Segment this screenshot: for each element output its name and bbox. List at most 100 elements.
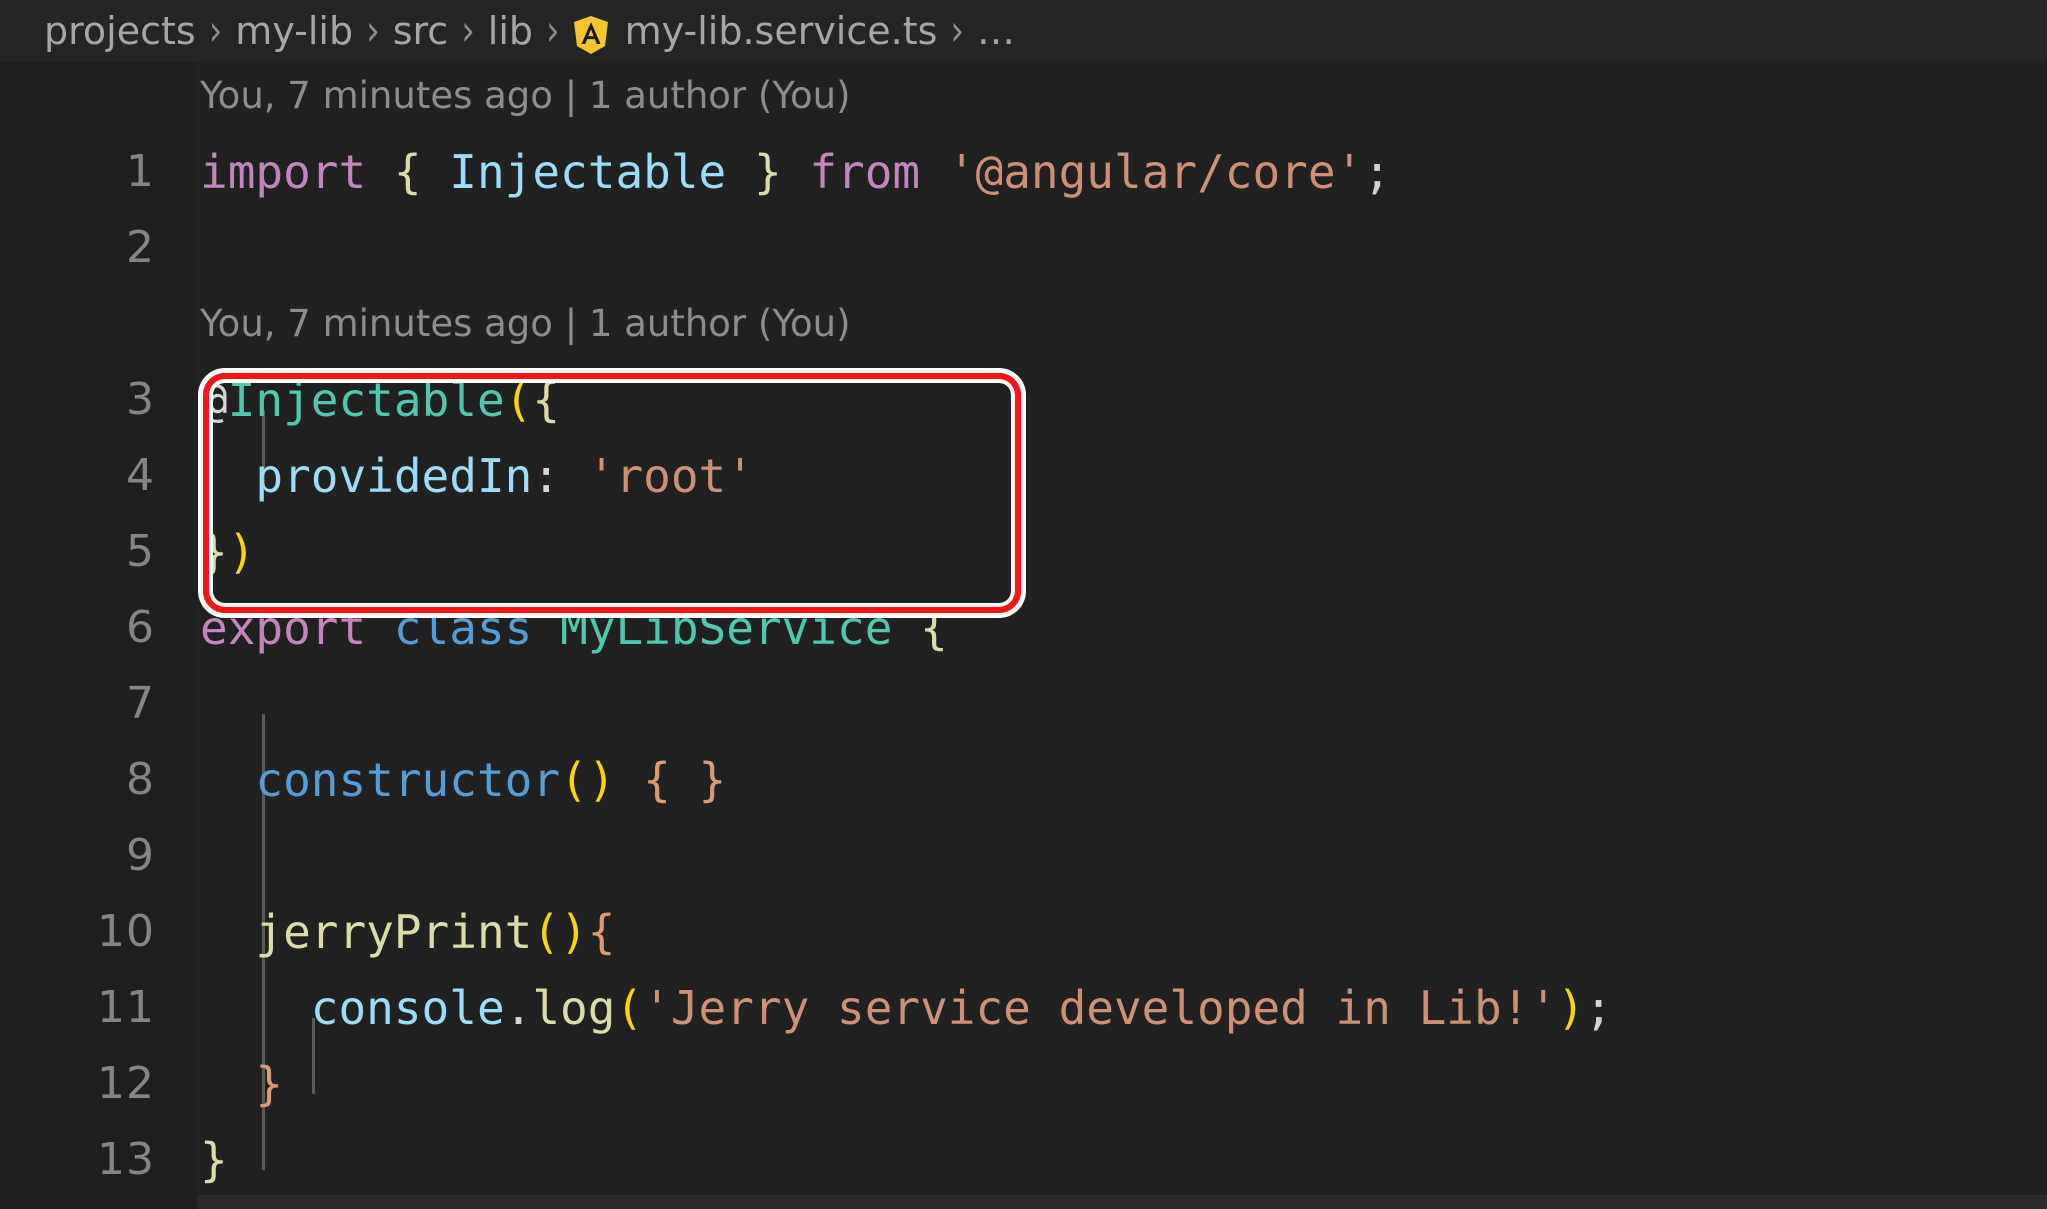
- token: }: [753, 145, 782, 199]
- line-number: 4: [126, 450, 155, 501]
- token: { }: [643, 753, 727, 807]
- token: from: [809, 145, 921, 199]
- token: class: [393, 601, 533, 655]
- editor-bottom-strip: [197, 1195, 2047, 1209]
- line-number: 7: [126, 678, 155, 729]
- breadcrumb-item-file[interactable]: my-lib.service.ts: [625, 9, 938, 53]
- breadcrumb-item-more[interactable]: …: [977, 9, 1015, 53]
- token: constructor: [255, 753, 561, 807]
- code-line[interactable]: 7: [0, 666, 2047, 742]
- line-number: 1: [126, 146, 155, 197]
- breadcrumb[interactable]: projects › my-lib › src › lib › my-lib.s…: [0, 0, 2047, 62]
- token: (: [615, 981, 644, 1035]
- code-line[interactable]: 12 }: [0, 1046, 2047, 1122]
- code-line-text[interactable]: jerryPrint(){: [200, 894, 615, 970]
- token: log: [532, 981, 616, 1035]
- line-number: 11: [97, 982, 155, 1033]
- token: (): [532, 905, 588, 959]
- breadcrumb-separator-icon: ›: [208, 6, 223, 56]
- code-line-text[interactable]: }: [200, 1122, 228, 1198]
- token: }: [255, 1057, 284, 1111]
- git-blame-annotation[interactable]: You, 7 minutes ago | 1 author (You): [200, 58, 851, 134]
- line-number: 2: [126, 222, 155, 273]
- token: ): [1557, 981, 1585, 1035]
- code-line[interactable]: 10 jerryPrint(){: [0, 894, 2047, 970]
- code-line[interactable]: 11 console.log('Jerry service developed …: [0, 970, 2047, 1046]
- token: {: [532, 373, 561, 427]
- code-line-text[interactable]: constructor() { }: [200, 742, 726, 818]
- token: ;: [1363, 145, 1391, 199]
- token: }: [200, 1133, 228, 1187]
- line-number: 10: [97, 906, 155, 957]
- token: {: [920, 601, 948, 655]
- token: 'root': [587, 449, 754, 503]
- code-line-text[interactable]: console.log('Jerry service developed in …: [200, 970, 1613, 1046]
- code-editor[interactable]: You, 7 minutes ago | 1 author (You) 1 im…: [0, 62, 2047, 1209]
- token: ;: [1584, 981, 1613, 1035]
- token: jerryPrint: [255, 905, 533, 959]
- token: export: [200, 601, 367, 655]
- code-line-text[interactable]: import { Injectable } from '@angular/cor…: [200, 134, 1391, 210]
- code-line[interactable]: 2: [0, 210, 2047, 286]
- code-line[interactable]: 1 import { Injectable } from '@angular/c…: [0, 134, 2047, 210]
- token: :: [532, 449, 561, 503]
- code-line[interactable]: 5 }): [0, 514, 2047, 590]
- token: {: [393, 145, 422, 199]
- breadcrumb-item-src[interactable]: src: [393, 9, 448, 53]
- token: MyLibService: [560, 601, 893, 655]
- token: .: [504, 981, 533, 1035]
- token: Injectable: [449, 145, 727, 199]
- line-number: 9: [126, 830, 155, 881]
- line-number: 8: [126, 754, 155, 805]
- token: }: [200, 525, 228, 579]
- breadcrumb-item-lib[interactable]: lib: [488, 9, 533, 53]
- angular-icon: [573, 15, 609, 55]
- line-number: 3: [126, 374, 155, 425]
- token: {: [587, 905, 616, 959]
- breadcrumb-item-projects[interactable]: projects: [44, 9, 196, 53]
- token: '@angular/core': [947, 145, 1364, 199]
- line-number: 6: [126, 602, 155, 653]
- code-line-text[interactable]: providedIn: 'root': [200, 438, 754, 514]
- code-line-text[interactable]: }: [200, 1046, 283, 1122]
- code-line[interactable]: 13 }: [0, 1122, 2047, 1198]
- breadcrumb-separator-icon: ›: [546, 6, 560, 56]
- token: import: [200, 145, 367, 199]
- token: 'Jerry service developed in Lib!': [643, 981, 1558, 1035]
- breadcrumb-separator-icon: ›: [461, 6, 475, 56]
- line-number: 12: [97, 1058, 155, 1109]
- code-line[interactable]: 9: [0, 818, 2047, 894]
- token: (): [560, 753, 616, 807]
- code-line-text[interactable]: export class MyLibService {: [200, 590, 948, 666]
- breadcrumb-item-my-lib[interactable]: my-lib: [235, 9, 353, 53]
- code-line[interactable]: 6 export class MyLibService {: [0, 590, 2047, 666]
- token: providedIn: [255, 449, 533, 503]
- code-line[interactable]: 3 @Injectable({: [0, 362, 2047, 438]
- code-line[interactable]: 8 constructor() { }: [0, 742, 2047, 818]
- code-line[interactable]: 4 providedIn: 'root': [0, 438, 2047, 514]
- token: Injectable: [227, 373, 505, 427]
- git-blame-annotation[interactable]: You, 7 minutes ago | 1 author (You): [200, 286, 851, 362]
- token: @: [200, 373, 228, 427]
- line-number: 13: [97, 1134, 155, 1185]
- breadcrumb-separator-icon: ›: [950, 6, 965, 56]
- line-number: 5: [126, 526, 155, 577]
- code-line-text[interactable]: @Injectable({: [200, 362, 560, 438]
- token: ): [227, 525, 256, 579]
- token: (: [504, 373, 533, 427]
- code-line-text[interactable]: }): [200, 514, 255, 590]
